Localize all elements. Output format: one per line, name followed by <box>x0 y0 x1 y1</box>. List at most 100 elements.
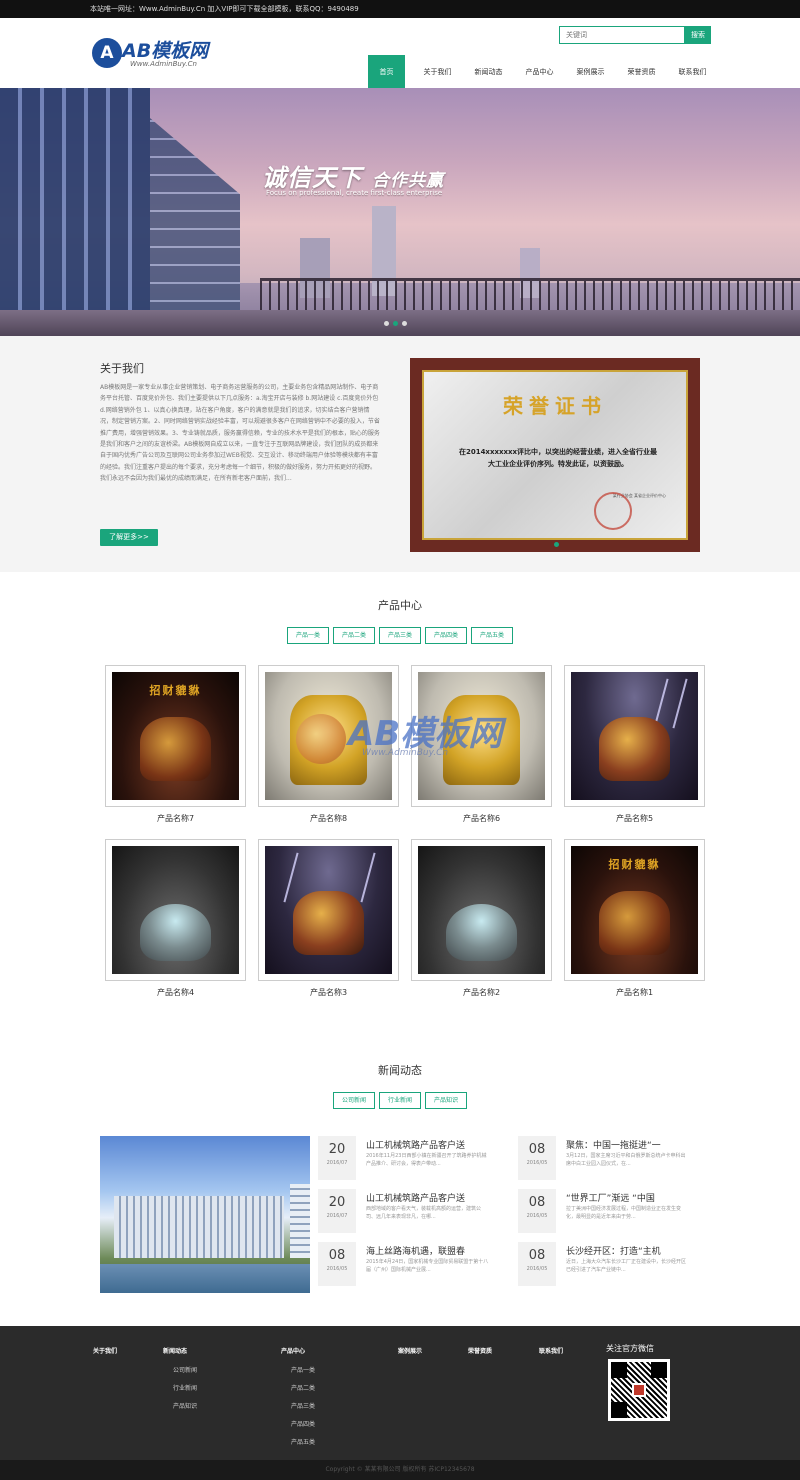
product-name[interactable]: 产品名称1 <box>564 987 705 998</box>
footer-link[interactable]: 产品五类 <box>281 1437 315 1446</box>
footer-link[interactable]: 公司新闻 <box>163 1365 197 1374</box>
product-name[interactable]: 产品名称7 <box>105 813 246 824</box>
footer-heading[interactable]: 案例展示 <box>398 1346 422 1355</box>
tab-company-news[interactable]: 公司新闻 <box>332 1092 375 1109</box>
product-card[interactable]: 产品名称8 <box>258 665 399 824</box>
tab-product-cat-2[interactable]: 产品二类 <box>332 627 375 644</box>
news-year-month: 2016/05 <box>326 1266 348 1272</box>
footer-heading[interactable]: 荣誉资质 <box>468 1346 492 1355</box>
product-name[interactable]: 产品名称6 <box>411 813 552 824</box>
nav-products[interactable]: 产品中心 <box>514 55 565 89</box>
product-figure <box>445 903 518 962</box>
footer-col-about: 关于我们 <box>93 1346 117 1365</box>
nav-contact[interactable]: 联系我们 <box>667 55 718 89</box>
site-logo[interactable]: A AB模板网 Www.AdminBuy.Cn <box>92 34 232 74</box>
tab-product-cat-1[interactable]: 产品一类 <box>286 627 329 644</box>
logo-domain: Www.AdminBuy.Cn <box>130 60 197 68</box>
product-card[interactable]: 产品名称6 <box>411 665 552 824</box>
product-image <box>265 672 392 800</box>
product-figure <box>598 890 671 955</box>
product-card[interactable]: 招财貔貅 产品名称1 <box>564 839 705 998</box>
nav-cases[interactable]: 案例展示 <box>565 55 616 89</box>
news-item[interactable]: 20 2016/07 山工机械筑路产品客户送 2016年11月23日西部小镇在新疆… <box>318 1136 488 1186</box>
lightning-icon <box>283 853 299 903</box>
news-date: 20 2016/07 <box>318 1136 356 1180</box>
product-card[interactable]: 产品名称5 <box>564 665 705 824</box>
news-title-link[interactable]: 聚焦：中国一拖挺进“一 <box>566 1138 661 1151</box>
product-figure <box>290 695 367 785</box>
footer-col-contact: 联系我们 <box>539 1346 563 1365</box>
footer-link[interactable]: 行业新闻 <box>163 1383 197 1392</box>
product-name[interactable]: 产品名称3 <box>258 987 399 998</box>
banner-dot[interactable] <box>402 321 407 326</box>
product-image-frame <box>411 839 552 981</box>
tab-product-cat-5[interactable]: 产品五类 <box>471 627 514 644</box>
news-item[interactable]: 08 2016/05 “世界工厂”渐远 “中国 拉丁美洲中国经济发展过程，中国制造… <box>518 1189 688 1239</box>
product-name[interactable]: 产品名称8 <box>258 813 399 824</box>
product-name[interactable]: 产品名称4 <box>105 987 246 998</box>
tab-product-cat-3[interactable]: 产品三类 <box>378 627 421 644</box>
product-figure <box>598 716 671 781</box>
about-text: AB模板网是一家专业从事企业营销策划、电子商务运营服务的公司，主要业务包含精品网… <box>100 384 380 483</box>
news-item[interactable]: 08 2016/05 海上丝路海机遇，联盟春 2015年4月24日，国家机械专业国… <box>318 1242 488 1292</box>
news-title-link[interactable]: 长沙经开区：打造“主机 <box>566 1244 661 1257</box>
certificate-title: 荣誉证书 <box>503 394 607 418</box>
product-image-frame <box>411 665 552 807</box>
product-figure <box>292 890 365 955</box>
site-header: A AB模板网 Www.AdminBuy.Cn 搜索 首页 关于我们 新闻动态 … <box>0 18 800 89</box>
news-day: 08 <box>528 1248 546 1263</box>
news-item[interactable]: 08 2016/05 长沙经开区：打造“主机 近日，上海大众汽车长沙工厂正在建设中… <box>518 1242 688 1292</box>
product-card[interactable]: 招财貔貅 产品名称7 <box>105 665 246 824</box>
product-name[interactable]: 产品名称2 <box>411 987 552 998</box>
product-card[interactable]: 产品名称3 <box>258 839 399 998</box>
product-image-frame: 招财貔貅 <box>564 839 705 981</box>
news-item[interactable]: 08 2016/05 聚焦：中国一拖挺进“一 3月12日，国家主席习近平和白俄罗斯… <box>518 1136 688 1186</box>
lightning-icon <box>672 679 688 729</box>
nav-honors[interactable]: 荣誉资质 <box>616 55 667 89</box>
news-item[interactable]: 20 2016/07 山工机械筑路产品客户送 西部地域的客户看天气，装载机高额的运… <box>318 1189 488 1239</box>
news-title-link[interactable]: 海上丝路海机遇，联盟春 <box>366 1244 465 1257</box>
footer-link[interactable]: 产品四类 <box>281 1419 315 1428</box>
footer-heading[interactable]: 联系我们 <box>539 1346 563 1355</box>
news-year-month: 2016/07 <box>326 1213 348 1219</box>
product-image-frame: 招财貔貅 <box>105 665 246 807</box>
product-image-frame <box>105 839 246 981</box>
search-input[interactable] <box>559 26 685 44</box>
hero-banner[interactable]: 诚信天下 合作共赢 Focus on professional, create f… <box>0 88 800 336</box>
news-date: 08 2016/05 <box>318 1242 356 1286</box>
footer-link[interactable]: 产品知识 <box>163 1401 197 1410</box>
banner-dot[interactable] <box>384 321 389 326</box>
banner-dot-active[interactable] <box>393 321 398 326</box>
footer-link[interactable]: 产品一类 <box>281 1365 315 1374</box>
product-image-frame <box>258 839 399 981</box>
tab-product-knowledge[interactable]: 产品知识 <box>425 1092 468 1109</box>
footer-heading[interactable]: 产品中心 <box>281 1346 315 1355</box>
footer-heading[interactable]: 关于我们 <box>93 1346 117 1355</box>
footer-heading[interactable]: 新闻动态 <box>163 1346 197 1355</box>
tab-product-cat-4[interactable]: 产品四类 <box>425 627 468 644</box>
lightning-icon <box>360 853 376 903</box>
certificate: 荣誉证书 在2014xxxxxxx评比中，以突出的经营业绩，进入全省行业最大工业… <box>422 370 688 547</box>
news-feature-image[interactable] <box>100 1136 310 1293</box>
certificate-pager-dot[interactable] <box>554 542 559 547</box>
news-summary: 3月12日，国家主席习近平和白俄罗斯总统卢卡申科出席中白工业园入园仪式，在... <box>566 1153 686 1167</box>
news-title-link[interactable]: 山工机械筑路产品客户送 <box>366 1138 465 1151</box>
product-name[interactable]: 产品名称5 <box>564 813 705 824</box>
news-summary: 西部地域的客户看天气，装载机高额的运营，建筑公司、远几年来表现非凡，在哪... <box>366 1206 482 1220</box>
news-title-link[interactable]: 山工机械筑路产品客户送 <box>366 1191 465 1204</box>
footer-link[interactable]: 产品二类 <box>281 1383 315 1392</box>
products-tabs: 产品一类 产品二类 产品三类 产品四类 产品五类 <box>0 627 800 644</box>
nav-home[interactable]: 首页 <box>368 55 405 89</box>
product-card[interactable]: 产品名称4 <box>105 839 246 998</box>
search-button[interactable]: 搜索 <box>685 26 711 44</box>
wechat-qr-code <box>608 1359 670 1421</box>
product-card[interactable]: 产品名称2 <box>411 839 552 998</box>
tab-industry-news[interactable]: 行业新闻 <box>378 1092 421 1109</box>
news-title-link[interactable]: “世界工厂”渐远 “中国 <box>566 1191 655 1204</box>
nav-news[interactable]: 新闻动态 <box>463 55 514 89</box>
about-more-button[interactable]: 了解更多>> <box>100 529 158 546</box>
nav-about[interactable]: 关于我们 <box>412 55 463 89</box>
banner-tagline: Focus on professional, create first-clas… <box>266 189 443 197</box>
footer-link[interactable]: 产品三类 <box>281 1401 315 1410</box>
product-image-frame <box>564 665 705 807</box>
